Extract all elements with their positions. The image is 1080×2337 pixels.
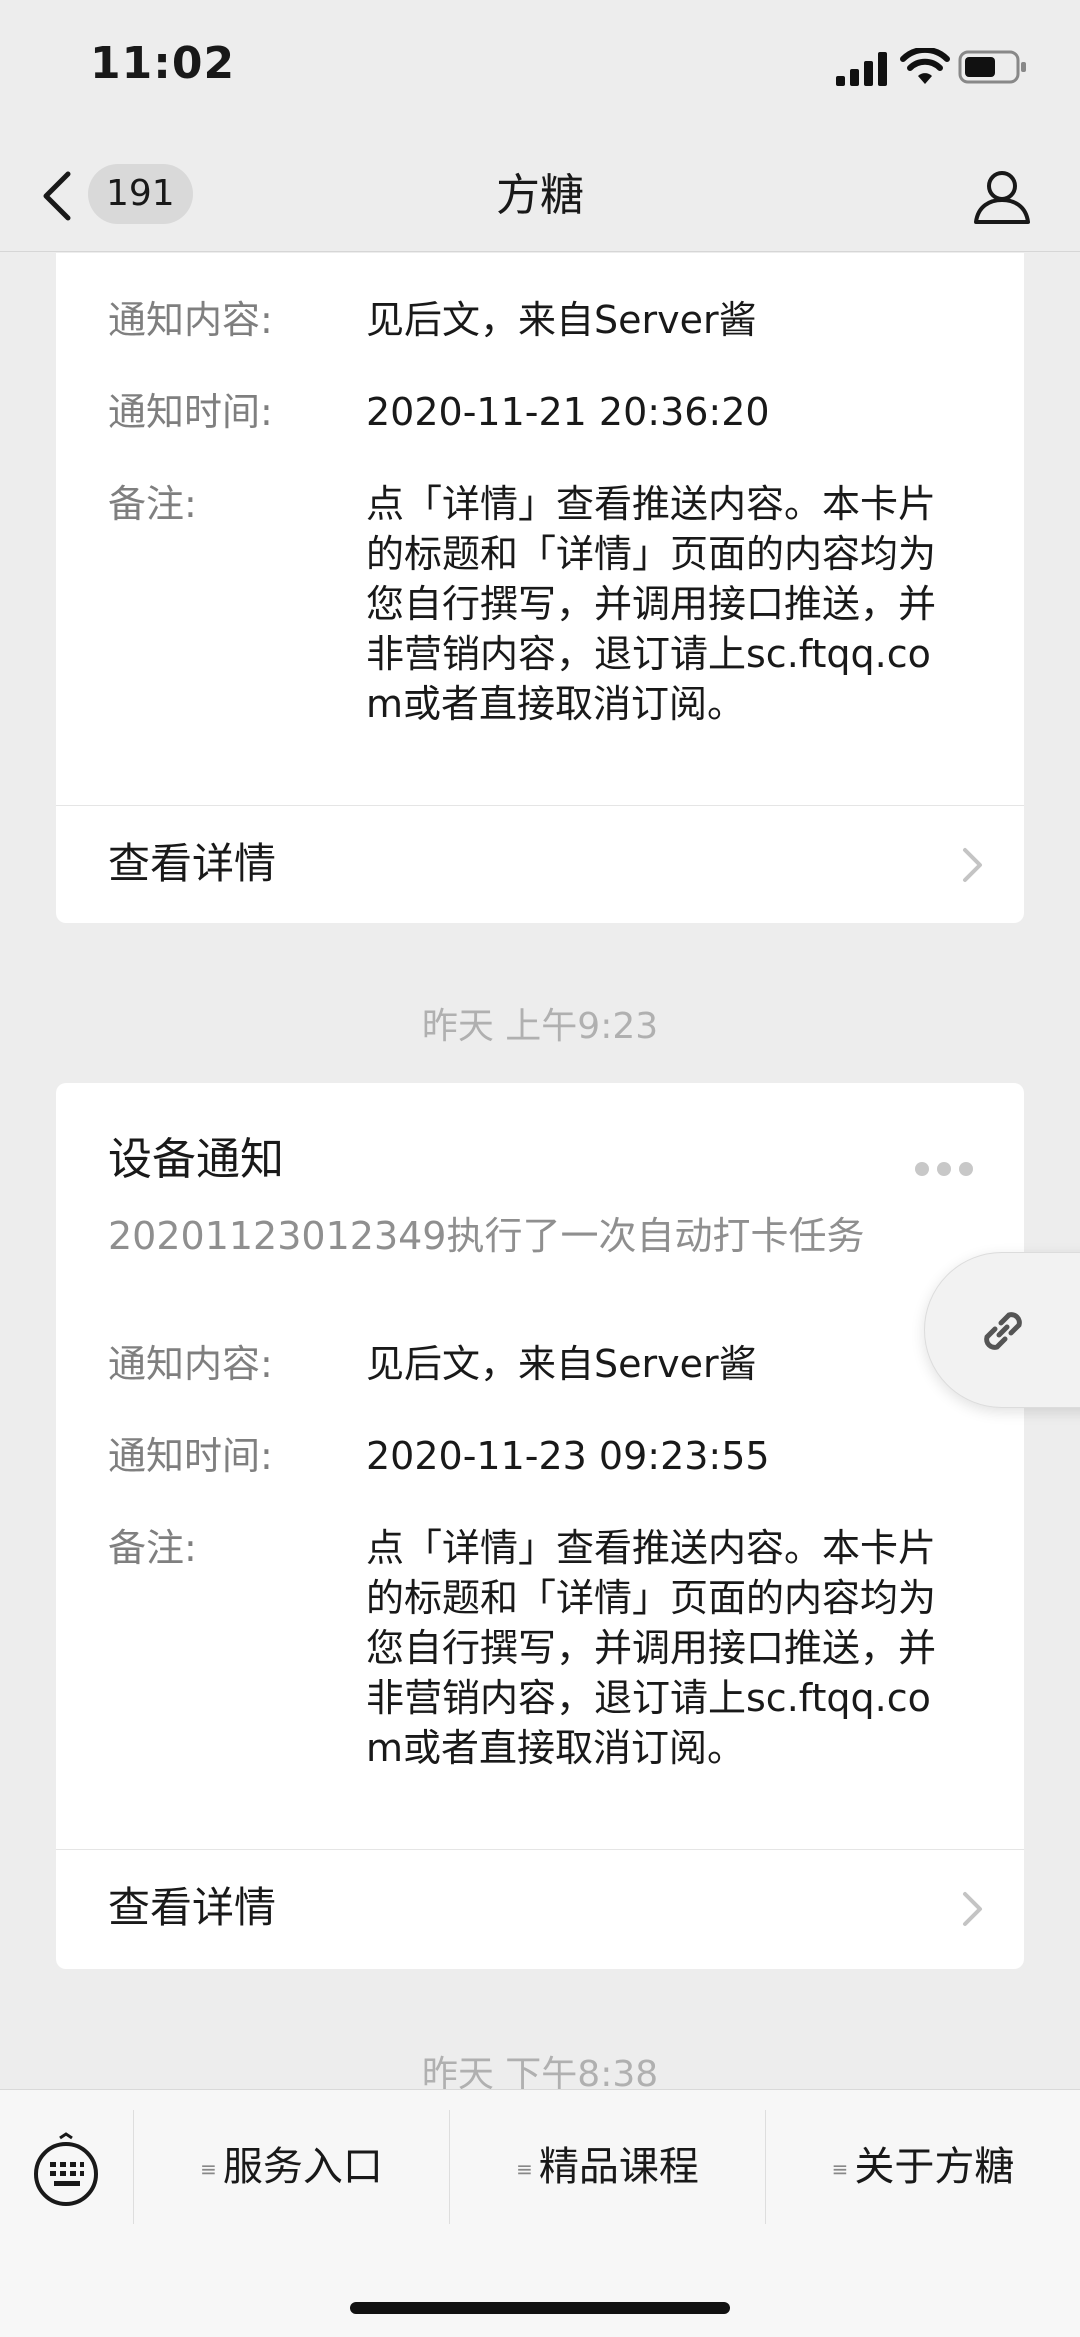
remark-value: 点「详情」查看推送内容。本卡片的标题和「详情」页面的内容均为您自行撰写，并调用接…	[366, 1526, 937, 1770]
remark-label: 备注:	[108, 482, 197, 526]
notify-content-row: 通知内容: 见后文，来自Server酱	[108, 1339, 964, 1389]
notify-content-row: 通知内容: 见后文，来自Server酱	[108, 295, 964, 345]
battery-icon	[958, 50, 1026, 84]
view-details-label: 查看详情	[108, 839, 277, 888]
remark-row: 备注: 点「详情」查看推送内容。本卡片的标题和「详情」页面的内容均为您自行撰写，…	[108, 1523, 964, 1773]
view-details-link[interactable]: 查看详情	[108, 805, 984, 923]
notification-card: 通知内容: 见后文，来自Server酱 通知时间: 2020-11-21 20:…	[56, 253, 1024, 923]
home-indicator[interactable]	[350, 2302, 730, 2314]
notify-content-label: 通知内容:	[108, 298, 273, 342]
card-subtitle: 20201123012349执行了一次自动打卡任务	[108, 1214, 865, 1258]
timestamp: 昨天 上午9:23	[421, 1006, 659, 1047]
view-details-link[interactable]: 查看详情	[108, 1849, 984, 1967]
notify-time-value: 2020-11-23 09:23:55	[366, 1434, 770, 1478]
status-time: 11:02	[90, 38, 236, 89]
notification-card: 设备通知 20201123012349执行了一次自动打卡任务 通知内容: 见后文…	[56, 1083, 1024, 1969]
menu-label: 精品课程	[538, 2144, 699, 2190]
chevron-right-icon	[963, 1892, 982, 1926]
link-icon	[984, 1312, 1022, 1350]
menu-label: 服务入口	[222, 2144, 383, 2190]
menu-label: 关于方糖	[854, 2144, 1015, 2190]
notify-content-value: 见后文，来自Server酱	[366, 298, 757, 342]
more-dots-icon[interactable]	[914, 1161, 974, 1177]
remark-row: 备注: 点「详情」查看推送内容。本卡片的标题和「详情」页面的内容均为您自行撰写，…	[108, 479, 964, 729]
keyboard-icon[interactable]	[32, 2132, 100, 2208]
notify-content-value: 见后文，来自Server酱	[366, 1342, 757, 1386]
chevron-right-icon	[963, 848, 982, 882]
notify-time-label: 通知时间:	[108, 1434, 273, 1478]
status-bar: 11:02	[0, 0, 1080, 140]
remark-label: 备注:	[108, 1526, 197, 1570]
nav-bar: 191 方糖	[0, 140, 1080, 252]
message-list[interactable]: 通知内容: 见后文，来自Server酱 通知时间: 2020-11-21 20:…	[0, 253, 1080, 2089]
notify-time-value: 2020-11-21 20:36:20	[366, 390, 770, 434]
bottom-menu-bar: ≡ 服务入口 ≡ 精品课程 ≡ 关于方糖	[0, 2089, 1080, 2337]
menu-about-fangtang[interactable]: ≡ 关于方糖	[766, 2110, 1080, 2224]
notify-content-label: 通知内容:	[108, 1342, 273, 1386]
page-title: 方糖	[496, 170, 584, 221]
menu-service-entry[interactable]: ≡ 服务入口	[134, 2110, 449, 2224]
menu-list-icon: ≡	[516, 2157, 533, 2181]
wifi-icon	[900, 48, 950, 84]
menu-list-icon: ≡	[831, 2157, 849, 2181]
menu-premium-courses[interactable]: ≡ 精品课程	[450, 2110, 765, 2224]
menu-list-icon: ≡	[200, 2157, 217, 2181]
floating-link-button[interactable]	[924, 1252, 1080, 1408]
timestamp: 昨天 下午8:38	[421, 2054, 659, 2089]
signal-icon	[836, 52, 887, 86]
card-title: 设备通知	[108, 1134, 284, 1185]
view-details-label: 查看详情	[108, 1883, 277, 1932]
remark-value: 点「详情」查看推送内容。本卡片的标题和「详情」页面的内容均为您自行撰写，并调用接…	[366, 482, 937, 726]
notify-time-label: 通知时间:	[108, 390, 273, 434]
notify-time-row: 通知时间: 2020-11-21 20:36:20	[108, 387, 964, 437]
notify-time-row: 通知时间: 2020-11-23 09:23:55	[108, 1431, 964, 1481]
user-icon[interactable]	[972, 166, 1032, 226]
